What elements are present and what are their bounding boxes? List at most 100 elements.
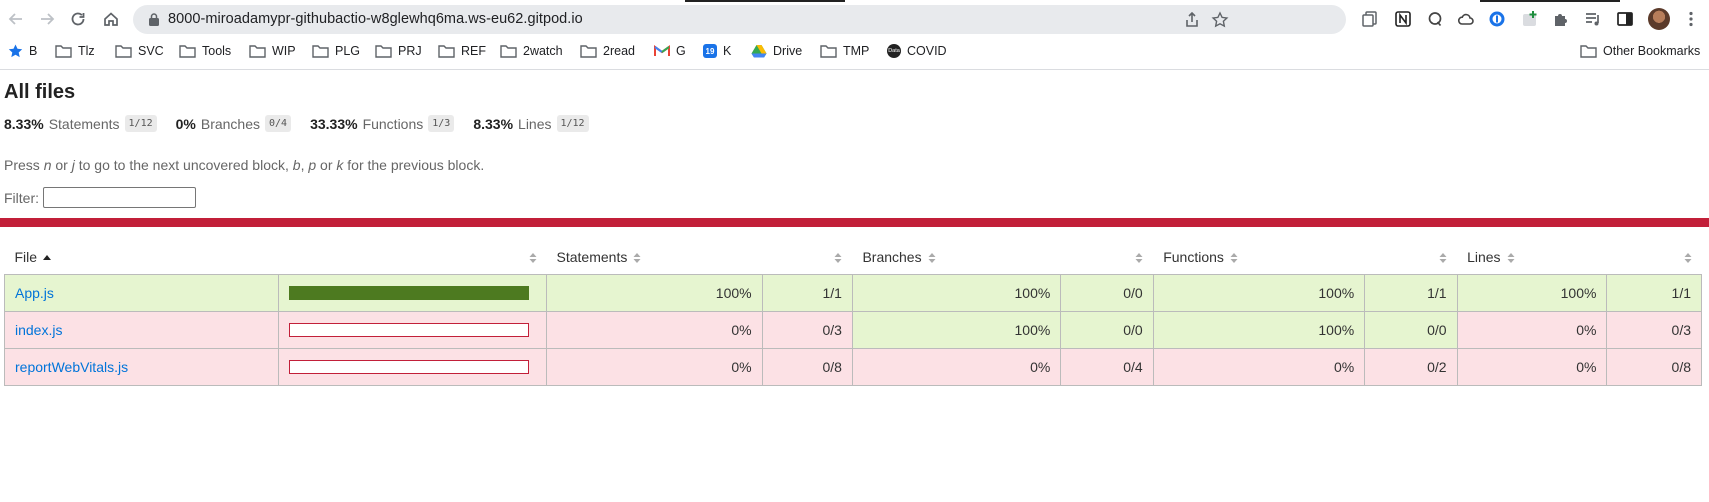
- extension-notion[interactable]: [1393, 9, 1412, 28]
- media-button[interactable]: [1583, 9, 1602, 28]
- extension-add[interactable]: [1520, 9, 1539, 28]
- branches-fraction: 0/0: [1060, 273, 1154, 312]
- extensions-button[interactable]: [1551, 9, 1570, 28]
- bookmark-label: SVC: [138, 44, 164, 58]
- puzzle-icon: [1554, 13, 1567, 26]
- lines-fraction: 1/1: [1606, 273, 1702, 312]
- bookmark-label: REF: [461, 44, 486, 58]
- functions-fraction: 0/2: [1364, 347, 1458, 386]
- summary-pct: 0%: [175, 115, 196, 132]
- column-label: Statements: [556, 248, 628, 265]
- functions-pct: 0%: [1152, 347, 1366, 386]
- table-row: App.js 100% 1/1 100% 0/0 100% 1/1 100% 1…: [3, 273, 1702, 312]
- copy-icon: [1361, 10, 1377, 27]
- column-header-lines-raw[interactable]: [1607, 240, 1702, 274]
- bookmark-label: COVID: [907, 44, 947, 58]
- file-link[interactable]: index.js: [15, 322, 62, 338]
- bookmark-wip[interactable]: WIP: [249, 41, 296, 61]
- extension-cloud[interactable]: [1456, 9, 1475, 28]
- bookmark-2watch[interactable]: 2watch: [500, 41, 563, 61]
- notion-icon: [1394, 10, 1411, 27]
- home-button[interactable]: [98, 6, 124, 32]
- column-header-file[interactable]: File: [5, 240, 279, 274]
- summary-fraction: 0/4: [265, 115, 292, 132]
- lines-fraction: 0/3: [1606, 310, 1702, 349]
- hint-text: Press: [4, 157, 44, 173]
- file-cell: index.js: [3, 310, 280, 349]
- bookmark-tmp[interactable]: TMP: [820, 41, 869, 61]
- summary-functions: 33.33% Functions 1/3: [310, 115, 455, 132]
- filter-input[interactable]: [43, 187, 196, 208]
- extension-copy[interactable]: [1360, 9, 1379, 28]
- bookmark-tlz[interactable]: Tlz: [55, 41, 95, 61]
- bookmark-plg[interactable]: PLG: [312, 41, 360, 61]
- bookmark-covid[interactable]: Data COVID: [887, 41, 947, 61]
- cloud-icon: [1457, 13, 1474, 25]
- bookmark-k[interactable]: 19 K: [703, 41, 731, 61]
- statements-pct: 0%: [546, 310, 763, 349]
- column-header-statements[interactable]: Statements: [547, 240, 763, 274]
- folder-icon: [55, 45, 72, 58]
- back-button[interactable]: [3, 6, 29, 32]
- branches-pct: 100%: [851, 310, 1062, 349]
- summary-lines: 8.33% Lines 1/12: [473, 115, 589, 132]
- address-bar[interactable]: 8000-miroadamypr-githubactio-w8glewhq6ma…: [133, 5, 1346, 34]
- bookmark-drive[interactable]: Drive: [751, 41, 802, 61]
- coverage-summary: 8.33% Statements 1/12 0% Branches 0/4 33…: [4, 115, 608, 132]
- bookmark-svc[interactable]: SVC: [115, 41, 164, 61]
- column-header-branches[interactable]: Branches: [852, 240, 1060, 274]
- bookmark-label: Tlz: [78, 44, 95, 58]
- table-header-row: File Statements Branches Functions Lines: [5, 240, 1702, 274]
- bookmark-star-icon[interactable]: [1211, 11, 1229, 29]
- share-icon[interactable]: [1183, 11, 1201, 29]
- bookmark-2read[interactable]: 2read: [580, 41, 635, 61]
- profile-avatar[interactable]: [1648, 8, 1670, 30]
- extension-onepassword[interactable]: [1487, 9, 1506, 28]
- column-header-lines[interactable]: Lines: [1457, 240, 1607, 274]
- column-header-bar[interactable]: [279, 240, 547, 274]
- branches-pct: 0%: [851, 347, 1062, 386]
- folder-icon: [580, 45, 597, 58]
- side-panel-button[interactable]: [1615, 9, 1634, 28]
- reload-button[interactable]: [65, 6, 91, 32]
- forward-button[interactable]: [34, 6, 60, 32]
- statements-fraction: 0/8: [761, 347, 853, 386]
- bookmark-tools[interactable]: Tools: [179, 41, 231, 61]
- filter-group: Filter:: [4, 187, 196, 208]
- page-title: All files: [4, 81, 76, 103]
- column-header-functions[interactable]: Functions: [1153, 240, 1364, 274]
- summary-pct: 8.33%: [473, 115, 514, 132]
- browser-chrome: 8000-miroadamypr-githubactio-w8glewhq6ma…: [0, 0, 1709, 70]
- summary-fraction: 1/3: [428, 115, 455, 132]
- reload-icon: [71, 12, 85, 26]
- drive-icon: [751, 45, 767, 58]
- playlist-icon: [1585, 12, 1599, 25]
- folder-icon: [500, 45, 517, 58]
- bookmark-g[interactable]: G: [654, 41, 686, 61]
- sort-icon: [834, 253, 842, 264]
- bookmark-label: PLG: [335, 44, 361, 58]
- onepassword-icon: [1489, 11, 1504, 26]
- column-header-branches-raw[interactable]: [1061, 240, 1153, 274]
- menu-button[interactable]: [1681, 9, 1700, 28]
- status-bar: [0, 218, 1709, 227]
- column-header-statements-raw[interactable]: [762, 240, 852, 274]
- folder-icon: [312, 45, 329, 58]
- branches-pct: 100%: [851, 273, 1062, 312]
- file-link[interactable]: App.js: [15, 285, 54, 301]
- functions-pct: 100%: [1152, 273, 1366, 312]
- bookmark-ref[interactable]: REF: [438, 41, 486, 61]
- column-header-functions-raw[interactable]: [1365, 240, 1457, 274]
- other-bookmarks[interactable]: Other Bookmarks: [1580, 41, 1700, 61]
- bookmark-label: TMP: [843, 44, 870, 58]
- extension-q[interactable]: [1425, 9, 1444, 28]
- side-panel-icon: [1616, 11, 1633, 26]
- file-link[interactable]: reportWebVitals.js: [15, 359, 128, 375]
- arrow-left-icon: [8, 13, 22, 25]
- statements-fraction: 0/3: [761, 310, 853, 349]
- bookmark-b[interactable]: B: [8, 41, 37, 61]
- bookmark-prj[interactable]: PRJ: [375, 41, 422, 61]
- folder-icon: [1580, 45, 1597, 58]
- coverage-bar-fill: [290, 286, 529, 299]
- hint-text: or: [51, 157, 72, 173]
